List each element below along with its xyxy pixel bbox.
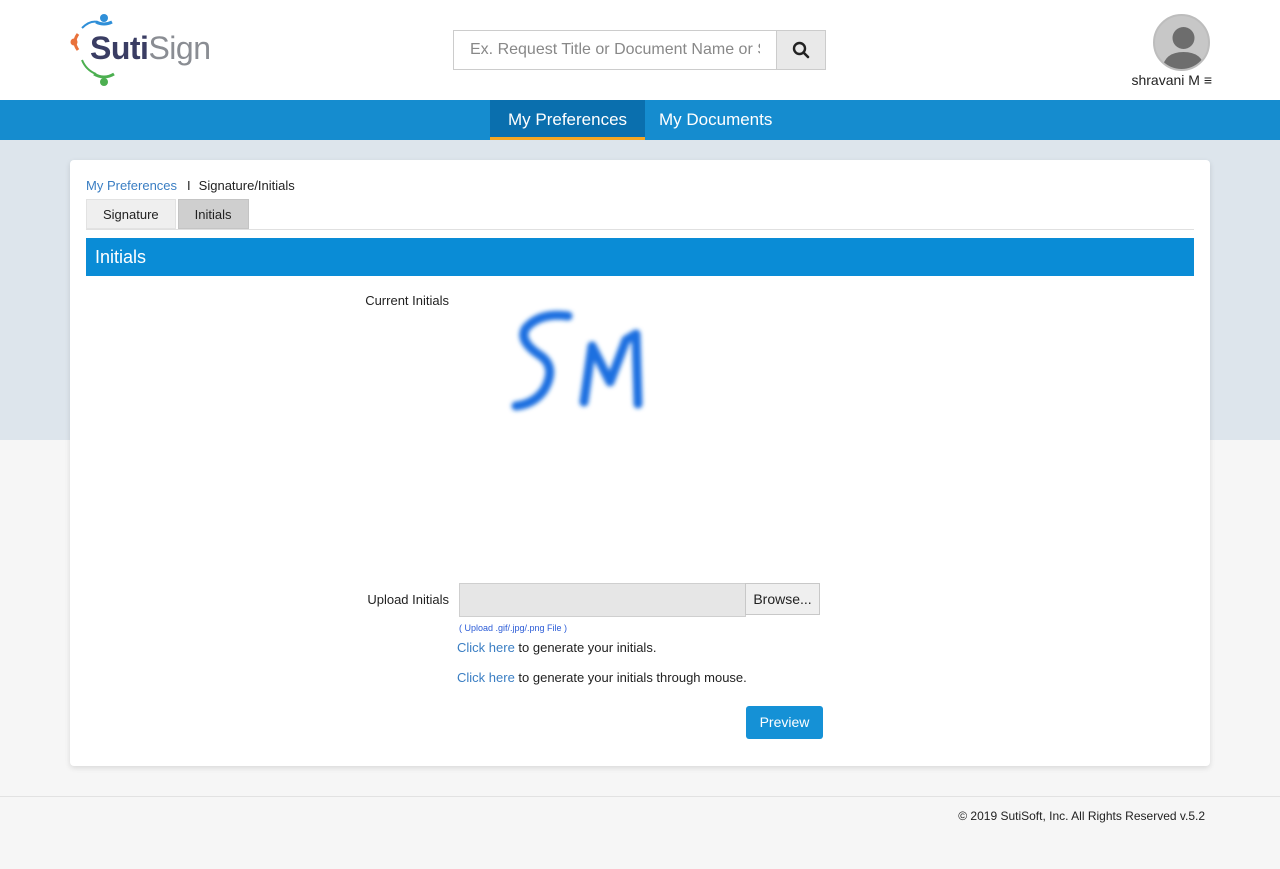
breadcrumb-separator: I (187, 178, 191, 193)
search-box (453, 30, 826, 70)
footer-copyright: © 2019 SutiSoft, Inc. All Rights Reserve… (958, 809, 1205, 823)
generate-initials-line: Click here to generate your initials. (457, 640, 656, 655)
upload-initials-label: Upload Initials (367, 592, 449, 607)
user-silhouette-icon (1162, 27, 1205, 69)
current-initials-label: Current Initials (365, 293, 449, 308)
logo-text-sign: Sign (148, 30, 211, 66)
file-path-field[interactable] (459, 583, 746, 617)
main-nav: My Preferences My Documents (0, 100, 1280, 140)
breadcrumb-current: Signature/Initials (198, 178, 295, 193)
header: SutiSign shravani M ≡ (0, 0, 1280, 100)
current-initials-image (511, 310, 643, 411)
breadcrumb-my-preferences[interactable]: My Preferences (86, 178, 177, 193)
tab-initials[interactable]: Initials (177, 199, 249, 229)
generate-initials-link[interactable]: Click here (457, 640, 515, 655)
browse-button[interactable]: Browse... (745, 583, 820, 615)
search-icon (792, 41, 810, 59)
hamburger-menu-icon: ≡ (1203, 72, 1212, 88)
nav-my-preferences[interactable]: My Preferences (490, 100, 646, 140)
generate-initials-text: to generate your initials. (514, 640, 657, 655)
tab-signature[interactable]: Signature (86, 199, 176, 229)
breadcrumb: My Preferences I Signature/Initials (86, 178, 295, 193)
logo-wordmark: SutiSign (90, 30, 211, 67)
mouse-initials-line: Click here to generate your initials thr… (457, 670, 747, 685)
mouse-initials-text: to generate your initials through mouse. (514, 670, 747, 685)
file-type-hint: ( Upload .gif/.jpg/.png File ) (459, 623, 568, 633)
preferences-card: My Preferences I Signature/Initials Signat… (70, 160, 1210, 766)
footer-divider (0, 796, 1280, 797)
user-name: shravani M (1131, 72, 1200, 88)
user-menu[interactable]: shravani M ≡ (1131, 72, 1212, 88)
logo-text-s: S (90, 30, 111, 66)
search-input[interactable] (454, 31, 776, 69)
search-button[interactable] (776, 31, 825, 69)
sutisign-logo[interactable]: SutiSign (68, 12, 211, 88)
preview-button[interactable]: Preview (746, 706, 823, 739)
user-avatar[interactable] (1153, 14, 1210, 71)
section-title: Initials (86, 238, 1194, 276)
mouse-initials-link[interactable]: Click here (457, 670, 515, 685)
tab-bar: Signature Initials (86, 199, 251, 229)
nav-my-documents[interactable]: My Documents (641, 100, 790, 140)
tab-divider (86, 229, 1194, 230)
logo-text-uti: uti (110, 30, 149, 66)
